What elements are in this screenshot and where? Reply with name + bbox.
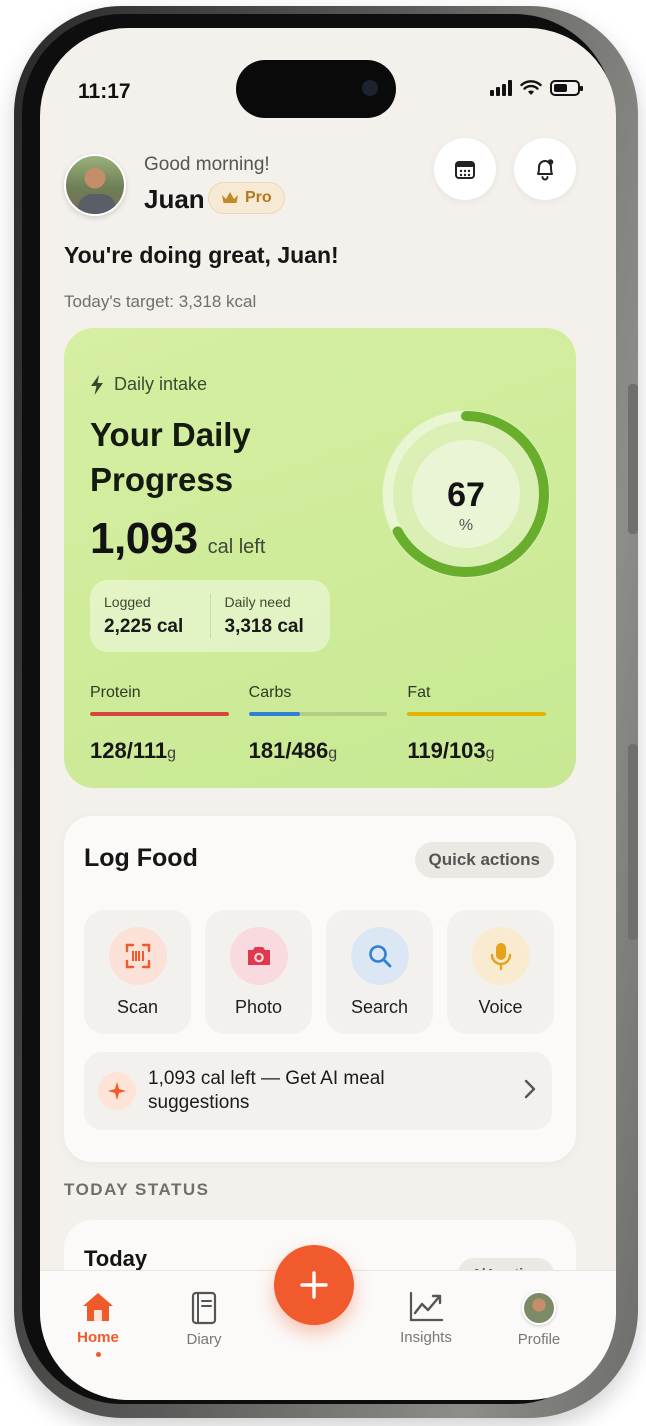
voice-icon-wrap bbox=[471, 926, 530, 985]
macro-bar-fill bbox=[248, 712, 300, 716]
greeting: Good morning! bbox=[144, 154, 270, 175]
calendar-button[interactable] bbox=[434, 138, 496, 200]
tab-profile[interactable]: Profile bbox=[499, 1291, 579, 1348]
quick-actions-chip[interactable]: Quick actions bbox=[414, 842, 554, 878]
search-icon bbox=[368, 944, 391, 967]
macro-value: 128/111g bbox=[90, 738, 177, 763]
active-tab-indicator bbox=[95, 1352, 101, 1357]
daily-progress-card[interactable]: Daily intake Your Daily Progress 1,093 c… bbox=[64, 328, 576, 788]
calorie-summary: Logged 2,225 cal Daily need 3,318 cal bbox=[90, 580, 330, 652]
bell-icon bbox=[537, 159, 554, 181]
logged-label: Logged bbox=[104, 594, 151, 610]
macro-bar bbox=[248, 712, 388, 716]
avatar[interactable] bbox=[64, 154, 126, 216]
logged-stat: Logged 2,225 cal bbox=[90, 594, 210, 638]
ai-suggestion-text: 1,093 cal left — Get AI meal suggestions bbox=[148, 1068, 385, 1113]
daily-target: Today's target: 3,318 kcal bbox=[64, 292, 257, 311]
plus-icon bbox=[300, 1271, 328, 1299]
status-icons bbox=[490, 80, 583, 96]
search-button[interactable]: Search bbox=[326, 910, 433, 1034]
log-food-title: Log Food bbox=[84, 844, 198, 872]
calendar-icon bbox=[455, 161, 475, 179]
profile-avatar bbox=[522, 1291, 556, 1325]
daily-intake-label: Daily intake bbox=[114, 374, 208, 394]
tab-diary[interactable]: Diary bbox=[164, 1291, 244, 1348]
chevron-right-icon bbox=[524, 1079, 536, 1099]
photo-label: Photo bbox=[234, 996, 283, 1017]
crown-icon bbox=[222, 192, 238, 203]
macro-value: 119/103g bbox=[407, 738, 495, 763]
macro-carbs: Carbs 181/486g bbox=[248, 684, 388, 764]
search-icon-wrap bbox=[350, 926, 409, 985]
tab-insights-label: Insights bbox=[400, 1329, 452, 1346]
search-label: Search bbox=[350, 996, 409, 1017]
microphone-icon bbox=[490, 942, 511, 970]
battery-icon bbox=[550, 80, 583, 96]
macro-label: Fat bbox=[407, 684, 431, 701]
page-headline: You're doing great, Juan! bbox=[64, 242, 339, 268]
macro-bar-fill bbox=[407, 712, 547, 716]
volume-button bbox=[628, 384, 638, 534]
tab-profile-label: Profile bbox=[517, 1331, 561, 1348]
macro-bar bbox=[90, 712, 229, 716]
notifications-button[interactable] bbox=[514, 138, 576, 200]
pro-badge[interactable]: Pro bbox=[208, 182, 285, 214]
today-title: Today bbox=[84, 1246, 148, 1271]
dynamic-island bbox=[236, 60, 396, 118]
today-status-heading: TODAY STATUS bbox=[64, 1180, 210, 1199]
chart-icon bbox=[409, 1291, 444, 1322]
daily-need-value: 3,318 cal bbox=[224, 616, 304, 637]
calories-left-value: 1,093 bbox=[90, 514, 198, 563]
macro-fat: Fat 119/103g bbox=[407, 684, 547, 764]
macro-protein: Protein 128/111g bbox=[90, 684, 229, 764]
calories-left-unit: cal left bbox=[207, 536, 266, 558]
home-icon bbox=[83, 1293, 113, 1321]
bottom-tab-bar: Home Diary Insights Profile bbox=[40, 1245, 616, 1400]
camera-icon bbox=[362, 80, 378, 96]
lightning-icon bbox=[91, 374, 103, 395]
log-food-card: Log Food Quick actions Scan Photo Search… bbox=[64, 816, 576, 1162]
daily-intake-tag: Daily intake bbox=[90, 374, 207, 395]
scan-button[interactable]: Scan bbox=[84, 910, 191, 1034]
log-actions: Scan Photo Search Voice bbox=[84, 910, 554, 1034]
scan-icon-wrap bbox=[108, 926, 167, 985]
daily-need-label: Daily need bbox=[224, 594, 291, 610]
add-button[interactable] bbox=[274, 1245, 354, 1325]
calories-left: 1,093 cal left bbox=[90, 514, 265, 564]
photo-button[interactable]: Photo bbox=[205, 910, 312, 1034]
ai-suggestions-row[interactable]: 1,093 cal left — Get AI meal suggestions bbox=[84, 1052, 552, 1130]
sparkle-icon bbox=[98, 1072, 136, 1110]
scan-label: Scan bbox=[116, 996, 159, 1017]
tab-home[interactable]: Home bbox=[58, 1291, 138, 1357]
tab-insights[interactable]: Insights bbox=[386, 1291, 466, 1346]
progress-percent-unit: % bbox=[458, 517, 474, 534]
camera-icon bbox=[247, 946, 270, 965]
voice-button[interactable]: Voice bbox=[447, 910, 554, 1034]
progress-title: Your Daily Progress bbox=[90, 416, 251, 498]
power-button bbox=[628, 744, 638, 940]
status-time: 11:17 bbox=[78, 80, 131, 103]
macros-row: Protein 128/111g Carbs 181/486g Fat 119/… bbox=[90, 684, 547, 764]
pro-badge-label: Pro bbox=[245, 189, 272, 206]
app-screen: 11:17 Good morning! Juan Pro You're doin… bbox=[40, 28, 616, 1400]
daily-need-stat: Daily need 3,318 cal bbox=[209, 594, 331, 638]
macro-value: 181/486g bbox=[248, 738, 338, 763]
phone-frame: 11:17 Good morning! Juan Pro You're doin… bbox=[14, 6, 638, 1418]
logged-value: 2,225 cal bbox=[104, 616, 184, 637]
photo-icon-wrap bbox=[229, 926, 288, 985]
tab-diary-label: Diary bbox=[186, 1331, 222, 1348]
macro-label: Carbs bbox=[248, 684, 292, 701]
voice-label: Voice bbox=[478, 996, 523, 1017]
wifi-icon bbox=[520, 80, 542, 95]
book-icon bbox=[191, 1291, 217, 1325]
macro-bar-fill bbox=[90, 712, 229, 716]
signal-icon bbox=[490, 80, 512, 96]
user-name: Juan bbox=[144, 184, 205, 214]
tab-home-label: Home bbox=[77, 1329, 119, 1346]
progress-percent-value: 67 bbox=[447, 476, 485, 514]
macro-label: Protein bbox=[90, 684, 141, 701]
macro-bar bbox=[407, 712, 547, 716]
progress-percent: 67 % bbox=[376, 476, 556, 535]
barcode-scan-icon bbox=[125, 943, 150, 968]
